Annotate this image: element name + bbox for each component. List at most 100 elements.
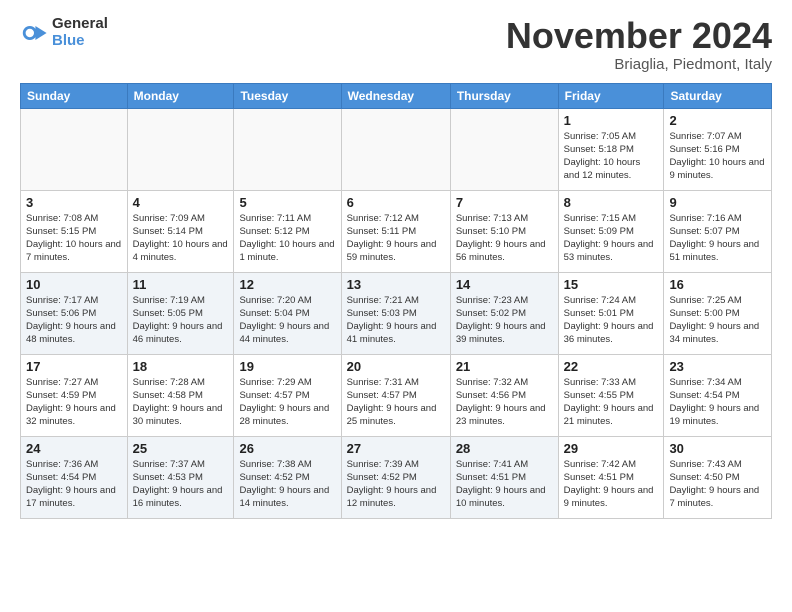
calendar-cell: 21 Sunrise: 7:32 AM Sunset: 4:56 PM Dayli…: [450, 354, 558, 436]
calendar-cell: 16 Sunrise: 7:25 AM Sunset: 5:00 PM Dayli…: [664, 272, 772, 354]
calendar-cell: 28Sunrise: 7:41 AM Sunset: 4:51 PM Dayli…: [450, 436, 558, 518]
day-number: 26: [239, 441, 335, 456]
th-friday: Friday: [558, 83, 664, 108]
day-number: 1: [564, 113, 659, 128]
day-info: Sunrise: 7:25 AM Sunset: 5:00 PM Dayligh…: [669, 294, 766, 347]
day-number: 27: [347, 441, 445, 456]
header: General Blue November 2024 Briaglia, Pie…: [20, 16, 772, 73]
calendar-cell: 22 Sunrise: 7:33 AM Sunset: 4:55 PM Dayli…: [558, 354, 664, 436]
calendar-cell: 9 Sunrise: 7:16 AM Sunset: 5:07 PM Daylig…: [664, 190, 772, 272]
header-row: Sunday Monday Tuesday Wednesday Thursday…: [21, 83, 772, 108]
day-info: Sunrise: 7:23 AM Sunset: 5:02 PM Dayligh…: [456, 294, 553, 347]
day-info: Sunrise: 7:24 AM Sunset: 5:01 PM Dayligh…: [564, 294, 659, 347]
calendar-cell: [450, 108, 558, 190]
day-info: Sunrise: 7:15 AM Sunset: 5:09 PM Dayligh…: [564, 212, 659, 265]
day-info: Sunrise: 7:29 AM Sunset: 4:57 PM Dayligh…: [239, 376, 335, 429]
calendar-cell: [234, 108, 341, 190]
calendar-cell: [127, 108, 234, 190]
month-title: November 2024: [506, 16, 772, 56]
calendar-cell: 10 Sunrise: 7:17 AM Sunset: 5:06 PM Dayli…: [21, 272, 128, 354]
day-info: Sunrise: 7:17 AM Sunset: 5:06 PM Dayligh…: [26, 294, 122, 347]
day-number: 10: [26, 277, 122, 292]
day-number: 12: [239, 277, 335, 292]
day-info: Sunrise: 7:33 AM Sunset: 4:55 PM Dayligh…: [564, 376, 659, 429]
th-saturday: Saturday: [664, 83, 772, 108]
calendar-cell: 25Sunrise: 7:37 AM Sunset: 4:53 PM Dayli…: [127, 436, 234, 518]
calendar-cell: [341, 108, 450, 190]
day-number: 7: [456, 195, 553, 210]
day-info: Sunrise: 7:08 AM Sunset: 5:15 PM Dayligh…: [26, 212, 122, 265]
day-info: Sunrise: 7:38 AM Sunset: 4:52 PM Dayligh…: [239, 458, 335, 511]
calendar-cell: 3 Sunrise: 7:08 AM Sunset: 5:15 PM Daylig…: [21, 190, 128, 272]
logo-blue: Blue: [52, 33, 108, 50]
calendar-cell: 24 Sunrise: 7:36 AM Sunset: 4:54 PM Dayli…: [21, 436, 128, 518]
day-info: Sunrise: 7:42 AM Sunset: 4:51 PM Dayligh…: [564, 458, 659, 511]
title-block: November 2024 Briaglia, Piedmont, Italy: [506, 16, 772, 73]
th-tuesday: Tuesday: [234, 83, 341, 108]
day-info: Sunrise: 7:32 AM Sunset: 4:56 PM Dayligh…: [456, 376, 553, 429]
day-info: Sunrise: 7:31 AM Sunset: 4:57 PM Dayligh…: [347, 376, 445, 429]
day-info: Sunrise: 7:43 AM Sunset: 4:50 PM Dayligh…: [669, 458, 766, 511]
day-info: Sunrise: 7:21 AM Sunset: 5:03 PM Dayligh…: [347, 294, 445, 347]
calendar-cell: 13 Sunrise: 7:21 AM Sunset: 5:03 PM Dayli…: [341, 272, 450, 354]
day-info: Sunrise: 7:12 AM Sunset: 5:11 PM Dayligh…: [347, 212, 445, 265]
day-info: Sunrise: 7:05 AM Sunset: 5:18 PM Dayligh…: [564, 130, 659, 183]
day-number: 24: [26, 441, 122, 456]
day-info: Sunrise: 7:13 AM Sunset: 5:10 PM Dayligh…: [456, 212, 553, 265]
calendar-cell: 23 Sunrise: 7:34 AM Sunset: 4:54 PM Dayli…: [664, 354, 772, 436]
calendar-cell: 30Sunrise: 7:43 AM Sunset: 4:50 PM Dayli…: [664, 436, 772, 518]
day-info: Sunrise: 7:19 AM Sunset: 5:05 PM Dayligh…: [133, 294, 229, 347]
day-number: 21: [456, 359, 553, 374]
calendar-cell: 8 Sunrise: 7:15 AM Sunset: 5:09 PM Daylig…: [558, 190, 664, 272]
day-number: 23: [669, 359, 766, 374]
logo-text: General Blue: [52, 16, 108, 49]
calendar-week-1: 3 Sunrise: 7:08 AM Sunset: 5:15 PM Daylig…: [21, 190, 772, 272]
calendar-cell: [21, 108, 128, 190]
day-info: Sunrise: 7:20 AM Sunset: 5:04 PM Dayligh…: [239, 294, 335, 347]
day-info: Sunrise: 7:34 AM Sunset: 4:54 PM Dayligh…: [669, 376, 766, 429]
calendar-cell: 1 Sunrise: 7:05 AM Sunset: 5:18 PM Daylig…: [558, 108, 664, 190]
logo: General Blue: [20, 16, 108, 49]
th-wednesday: Wednesday: [341, 83, 450, 108]
day-number: 13: [347, 277, 445, 292]
day-number: 29: [564, 441, 659, 456]
day-number: 9: [669, 195, 766, 210]
day-number: 25: [133, 441, 229, 456]
day-number: 28: [456, 441, 553, 456]
day-number: 22: [564, 359, 659, 374]
calendar-header: Sunday Monday Tuesday Wednesday Thursday…: [21, 83, 772, 108]
calendar-cell: 7 Sunrise: 7:13 AM Sunset: 5:10 PM Daylig…: [450, 190, 558, 272]
day-info: Sunrise: 7:09 AM Sunset: 5:14 PM Dayligh…: [133, 212, 229, 265]
day-number: 17: [26, 359, 122, 374]
day-info: Sunrise: 7:36 AM Sunset: 4:54 PM Dayligh…: [26, 458, 122, 511]
subtitle: Briaglia, Piedmont, Italy: [506, 56, 772, 73]
day-number: 8: [564, 195, 659, 210]
logo-general: General: [52, 16, 108, 33]
calendar-cell: 6Sunrise: 7:12 AM Sunset: 5:11 PM Daylig…: [341, 190, 450, 272]
logo-icon: [20, 19, 48, 47]
calendar-cell: 2Sunrise: 7:07 AM Sunset: 5:16 PM Daylig…: [664, 108, 772, 190]
calendar-cell: 12 Sunrise: 7:20 AM Sunset: 5:04 PM Dayli…: [234, 272, 341, 354]
calendar-cell: 26 Sunrise: 7:38 AM Sunset: 4:52 PM Dayli…: [234, 436, 341, 518]
day-info: Sunrise: 7:07 AM Sunset: 5:16 PM Dayligh…: [669, 130, 766, 183]
calendar-cell: 17 Sunrise: 7:27 AM Sunset: 4:59 PM Dayli…: [21, 354, 128, 436]
calendar-cell: 29 Sunrise: 7:42 AM Sunset: 4:51 PM Dayli…: [558, 436, 664, 518]
calendar-week-0: 1 Sunrise: 7:05 AM Sunset: 5:18 PM Daylig…: [21, 108, 772, 190]
calendar-cell: 20 Sunrise: 7:31 AM Sunset: 4:57 PM Dayli…: [341, 354, 450, 436]
th-sunday: Sunday: [21, 83, 128, 108]
calendar-cell: 19Sunrise: 7:29 AM Sunset: 4:57 PM Dayli…: [234, 354, 341, 436]
day-number: 3: [26, 195, 122, 210]
day-number: 11: [133, 277, 229, 292]
day-number: 20: [347, 359, 445, 374]
calendar-cell: 5Sunrise: 7:11 AM Sunset: 5:12 PM Daylig…: [234, 190, 341, 272]
day-info: Sunrise: 7:28 AM Sunset: 4:58 PM Dayligh…: [133, 376, 229, 429]
day-info: Sunrise: 7:27 AM Sunset: 4:59 PM Dayligh…: [26, 376, 122, 429]
calendar-week-4: 24 Sunrise: 7:36 AM Sunset: 4:54 PM Dayli…: [21, 436, 772, 518]
calendar-body: 1 Sunrise: 7:05 AM Sunset: 5:18 PM Daylig…: [21, 108, 772, 518]
day-info: Sunrise: 7:16 AM Sunset: 5:07 PM Dayligh…: [669, 212, 766, 265]
calendar-cell: 14 Sunrise: 7:23 AM Sunset: 5:02 PM Dayli…: [450, 272, 558, 354]
calendar: Sunday Monday Tuesday Wednesday Thursday…: [20, 83, 772, 519]
day-info: Sunrise: 7:39 AM Sunset: 4:52 PM Dayligh…: [347, 458, 445, 511]
day-number: 14: [456, 277, 553, 292]
day-number: 16: [669, 277, 766, 292]
